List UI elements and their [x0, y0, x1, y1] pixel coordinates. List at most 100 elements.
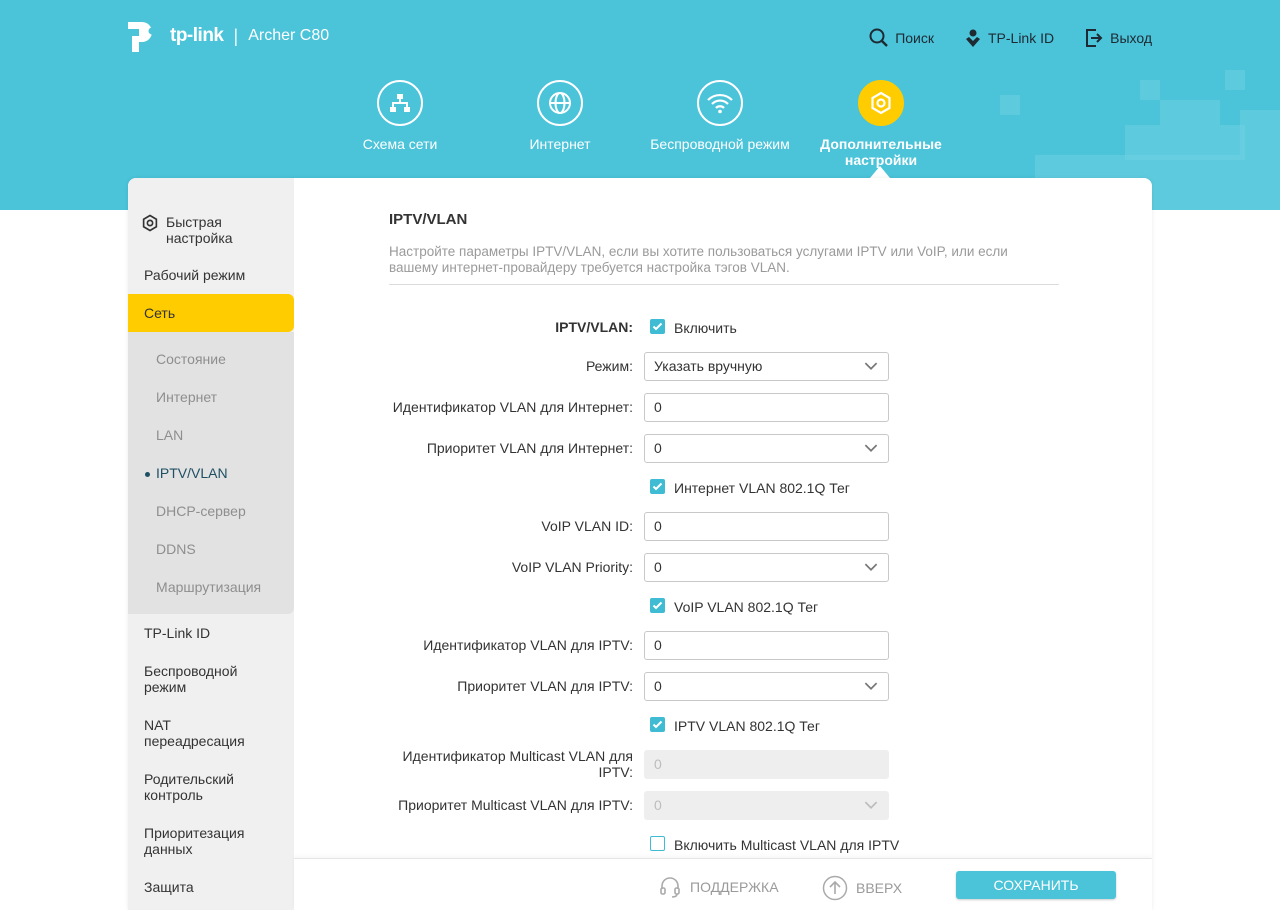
iptv-prio-select[interactable]: 0 [644, 672, 889, 701]
logout-label: Выход [1110, 30, 1152, 46]
back-to-top-label: ВВЕРХ [856, 880, 903, 896]
support-link[interactable]: ПОДДЕРЖКА [658, 875, 779, 899]
tab-wireless-label: Беспроводной режим [650, 136, 790, 152]
sidebar-item-label: Сеть [144, 305, 176, 321]
sidebar-subitem-iptv[interactable]: IPTV/VLAN [156, 465, 228, 481]
tab-advanced[interactable]: Дополнительные настройки [811, 80, 951, 168]
main-card: Быстрая настройка Рабочий режим Сеть Сос… [128, 178, 1152, 910]
headset-icon [660, 877, 680, 898]
iptv-enable-label: Включить [674, 320, 737, 336]
inet-vlan-prio-value: 0 [654, 440, 662, 456]
voip-prio-value: 0 [654, 559, 662, 575]
sidebar-item-quick-setup[interactable]: Быстрая настройка [128, 214, 278, 246]
iptv-prio-label: Приоритет VLAN для IPTV: [457, 678, 633, 694]
sidebar-item-qos[interactable]: Приоритезация данных [128, 825, 258, 857]
inet-vlan-prio-select[interactable]: 0 [644, 434, 889, 463]
back-to-top-link[interactable]: ВВЕРХ [822, 875, 902, 901]
mode-value: Указать вручную [654, 358, 763, 374]
sidebar-item-operation-mode[interactable]: Рабочий режим [128, 267, 294, 283]
sidebar-item-label: Приоритезация данных [144, 825, 245, 857]
chevron-down-icon [864, 801, 878, 809]
sidebar-subitem-lan[interactable]: LAN [156, 427, 183, 443]
chevron-down-icon [864, 444, 878, 452]
voip-tag-label: VoIP VLAN 802.1Q Тег [674, 599, 819, 615]
tab-network-map[interactable]: Схема сети [330, 80, 470, 152]
sidebar-item-nat[interactable]: NAT переадресация [128, 717, 258, 749]
sidebar-subitem-routing[interactable]: Маршрутизация [156, 579, 261, 595]
model-name: Archer C80 [248, 27, 330, 44]
tplink-id-link[interactable]: TP-Link ID [964, 28, 1054, 48]
voip-tag-checkbox[interactable] [650, 598, 665, 613]
inet-vlan-prio-label: Приоритет VLAN для Интернет: [426, 440, 633, 456]
mode-select[interactable]: Указать вручную [644, 352, 889, 381]
mc-prio-select[interactable]: 0 [644, 791, 889, 820]
tab-internet-label: Интернет [529, 136, 591, 152]
inet-vlan-id-input[interactable]: 0 [644, 393, 889, 422]
brand-name: tp-link [170, 25, 224, 46]
chevron-down-icon [864, 362, 878, 370]
chevron-down-icon [864, 563, 878, 571]
network-map-icon [377, 80, 423, 126]
checkmark-icon [652, 322, 663, 331]
mc-id-input[interactable]: 0 [644, 750, 889, 779]
iptv-tag-label: IPTV VLAN 802.1Q Тег [674, 718, 820, 734]
globe-icon [537, 80, 583, 126]
checkmark-icon [652, 601, 663, 610]
active-tab-caret [870, 166, 890, 178]
sidebar-item-network[interactable]: Сеть [128, 294, 294, 332]
gear-icon [858, 80, 904, 126]
chevron-down-icon [864, 682, 878, 690]
tplink-logo-icon [128, 18, 166, 54]
checkmark-icon [652, 720, 663, 729]
mc-prio-label: Приоритет Multicast VLAN для IPTV: [398, 797, 633, 813]
mc-enable-checkbox[interactable] [650, 836, 665, 851]
tab-network-map-label: Схема сети [362, 136, 438, 152]
iptv-id-input[interactable]: 0 [644, 631, 889, 660]
iptv-tag-checkbox[interactable] [650, 717, 665, 732]
mc-id-label: Идентификатор Multicast VLAN для IPTV: [402, 748, 633, 780]
divider [389, 284, 1059, 285]
mc-prio-value: 0 [654, 797, 662, 813]
gear-icon [142, 214, 158, 232]
sidebar-item-security[interactable]: Защита [128, 879, 294, 895]
sidebar-subitem-status[interactable]: Состояние [156, 351, 226, 367]
sidebar-subitem-dhcp[interactable]: DHCP-сервер [156, 503, 246, 519]
iptv-prio-value: 0 [654, 678, 662, 694]
page-description: Настройте параметры IPTV/VLAN, если вы х… [389, 244, 1008, 275]
sidebar-subitem-internet[interactable]: Интернет [156, 389, 217, 405]
logout-link[interactable]: Выход [1084, 28, 1152, 48]
sidebar-subitem-ddns[interactable]: DDNS [156, 541, 196, 557]
sidebar-item-wireless[interactable]: Беспроводной режим [128, 663, 258, 695]
voip-id-label: VoIP VLAN ID: [541, 518, 633, 534]
iptv-id-label: Идентификатор VLAN для IPTV: [423, 637, 633, 653]
page-title: IPTV/VLAN [389, 211, 468, 228]
inet-tag-label: Интернет VLAN 802.1Q Тег [674, 480, 850, 496]
sidebar-item-parental[interactable]: Родительский контроль [128, 771, 258, 803]
arrow-up-icon [822, 875, 848, 901]
voip-id-input[interactable]: 0 [644, 512, 889, 541]
logout-icon [1086, 29, 1103, 47]
wifi-icon [697, 80, 743, 126]
save-button[interactable]: СОХРАНИТЬ [956, 871, 1116, 899]
tab-wireless[interactable]: Беспроводной режим [650, 80, 790, 152]
inet-tag-checkbox[interactable] [650, 479, 665, 494]
footer-bar: ПОДДЕРЖКА ВВЕРХ СОХРАНИТЬ [294, 858, 1152, 910]
tplink-logo[interactable]: tp-link | Archer C80 [128, 18, 329, 54]
sidebar-item-label: Беспроводной режим [144, 663, 238, 695]
sidebar-item-label: Родительский контроль [144, 771, 234, 803]
sidebar-item-tplink-id[interactable]: TP-Link ID [128, 625, 294, 641]
inet-vlan-id-label: Идентификатор VLAN для Интернет: [392, 399, 633, 415]
active-indicator-dot [145, 472, 150, 477]
search-icon [869, 28, 889, 47]
voip-prio-select[interactable]: 0 [644, 553, 889, 582]
mode-label: Режим: [585, 358, 633, 374]
search-link[interactable]: Поиск [869, 28, 934, 48]
sidebar: Быстрая настройка Рабочий режим Сеть Сос… [128, 178, 294, 910]
iptv-enable-checkbox[interactable] [650, 319, 665, 334]
content-area: IPTV/VLAN Настройте параметры IPTV/VLAN,… [294, 178, 1152, 910]
tab-internet[interactable]: Интернет [490, 80, 630, 152]
sidebar-item-label: Рабочий режим [144, 267, 246, 283]
tab-advanced-label: Дополнительные настройки [820, 136, 942, 168]
checkmark-icon [652, 482, 663, 491]
sidebar-item-label: Быстрая настройка [166, 214, 233, 246]
